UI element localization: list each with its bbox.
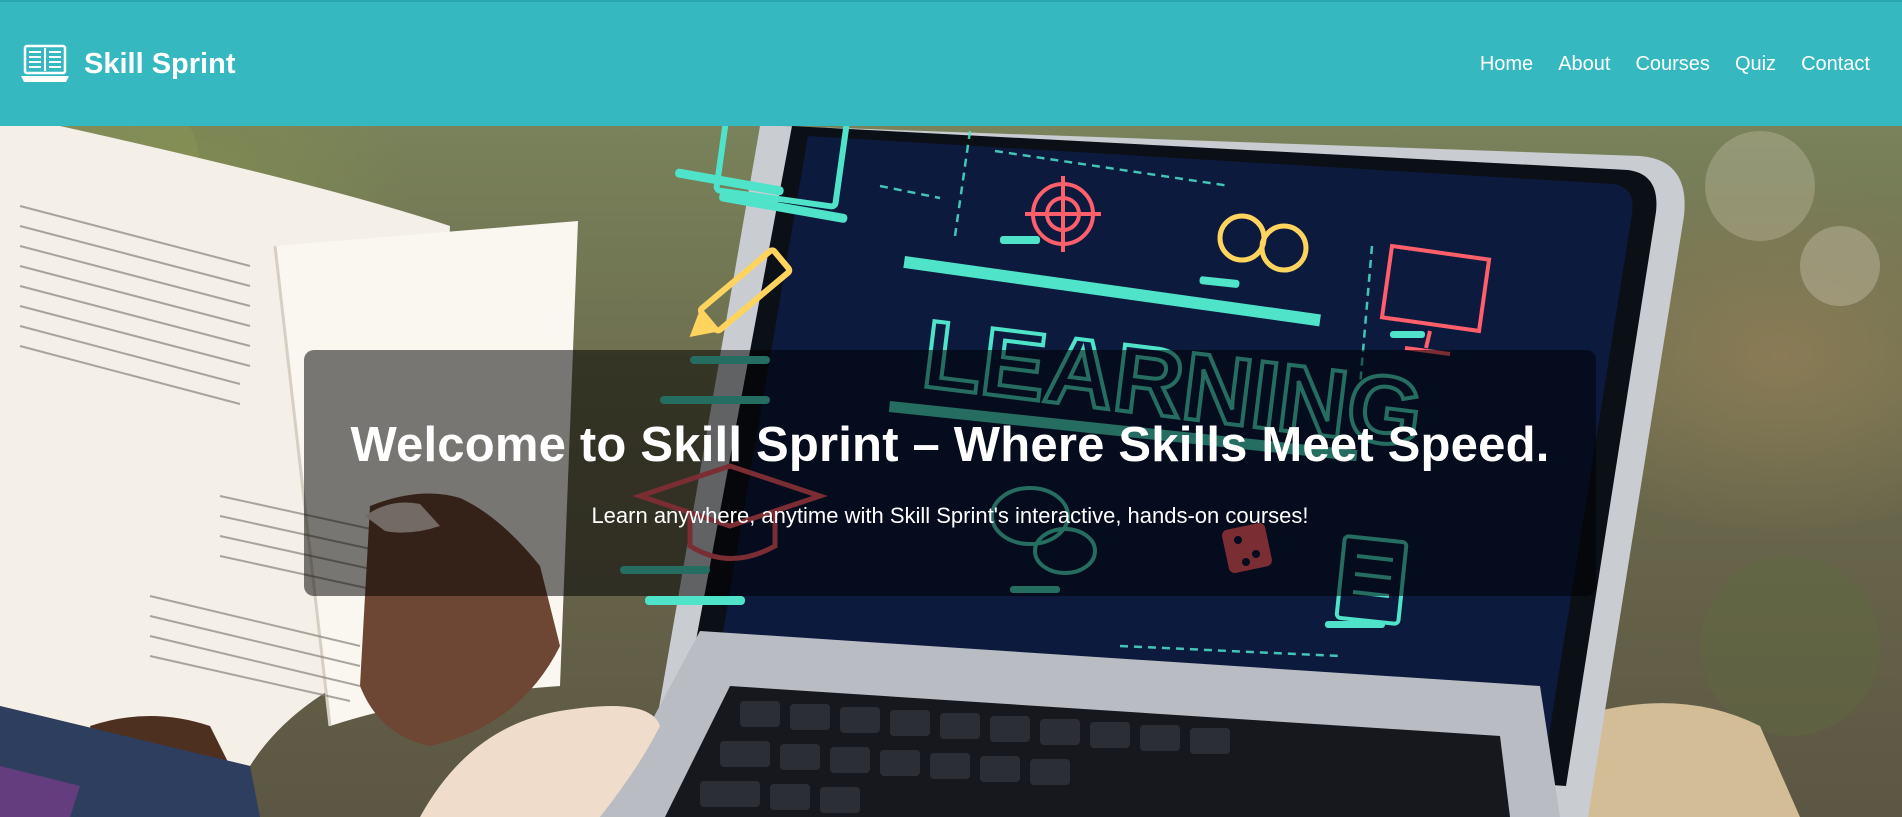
laptop-book-icon (21, 44, 69, 82)
hero-title: Welcome to Skill Sprint – Where Skills M… (350, 418, 1550, 472)
nav-item-contact: Contact (1801, 53, 1870, 76)
nav-link-quiz[interactable]: Quiz (1735, 53, 1776, 75)
hero-section: LEARNING (0, 126, 1902, 817)
nav-item-home: Home (1480, 53, 1533, 76)
nav-link-courses[interactable]: Courses (1635, 53, 1709, 75)
hero-overlay-card: Welcome to Skill Sprint – Where Skills M… (304, 350, 1596, 596)
nav-item-courses: Courses (1635, 53, 1709, 76)
nav-item-about: About (1558, 53, 1610, 76)
nav-list: Home About Courses Quiz Contact (1480, 53, 1870, 76)
nav-link-contact[interactable]: Contact (1801, 53, 1870, 75)
brand-name: Skill Sprint (84, 47, 236, 80)
nav-item-quiz: Quiz (1735, 53, 1776, 76)
nav-link-home[interactable]: Home (1480, 53, 1533, 75)
nav-link-about[interactable]: About (1558, 53, 1610, 75)
hero-subtitle: Learn anywhere, anytime with Skill Sprin… (591, 503, 1309, 528)
main-nav: Home About Courses Quiz Contact (1480, 53, 1870, 76)
top-navbar: Skill Sprint Home About Courses Quiz Con… (0, 0, 1902, 126)
brand-logo-link[interactable]: Skill Sprint (20, 44, 235, 84)
